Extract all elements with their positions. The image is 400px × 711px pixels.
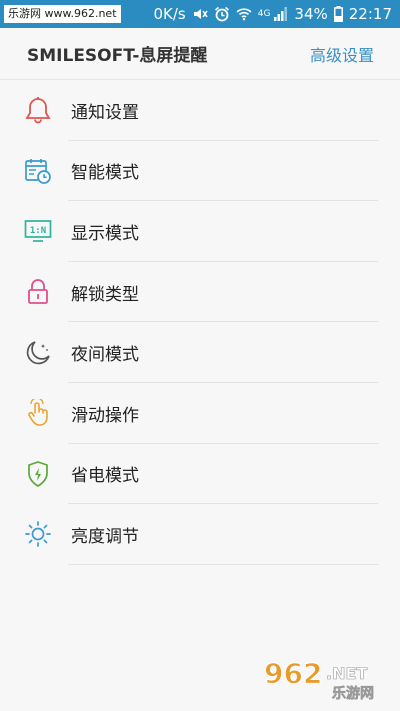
watermark-suffix: .NET xyxy=(326,664,367,683)
calendar-clock-icon xyxy=(24,157,52,185)
display-icon-text: 1:N xyxy=(30,226,46,236)
battery-percent: 34% xyxy=(294,5,328,23)
bell-icon xyxy=(24,96,52,124)
menu-item-label: 解锁类型 xyxy=(71,284,139,305)
signal-icon xyxy=(274,7,288,21)
clock-time: 22:17 xyxy=(348,5,392,23)
menu-item-label: 省电模式 xyxy=(71,466,139,487)
mute-icon xyxy=(192,6,208,22)
menu-item-label: 亮度调节 xyxy=(71,526,139,547)
status-icons: 0K/s 4G 34% 22:17 xyxy=(153,5,392,23)
menu-item-display-mode[interactable]: 1:N 显示模式 xyxy=(0,201,400,262)
moon-icon xyxy=(24,339,52,367)
menu-item-label: 智能模式 xyxy=(71,163,139,184)
alarm-icon xyxy=(214,6,230,22)
watermark-text: 乐游网 www.962.net xyxy=(4,5,121,23)
network-type: 4G xyxy=(257,9,271,19)
menu-item-label: 夜间模式 xyxy=(71,345,139,366)
sun-icon xyxy=(24,520,52,548)
settings-menu: 通知设置 智能模式 1:N 显示模式 解锁类型 夜间模式 滑动操作 省电模式 亮… xyxy=(0,80,400,565)
menu-item-night-mode[interactable]: 夜间模式 xyxy=(0,322,400,383)
swipe-hand-icon xyxy=(24,399,52,427)
watermark-logo: 962 .NET 乐游网 xyxy=(260,653,390,703)
menu-item-label: 滑动操作 xyxy=(71,405,139,426)
divider xyxy=(68,563,378,565)
lock-icon xyxy=(24,278,52,306)
menu-item-notification-settings[interactable]: 通知设置 xyxy=(0,80,400,141)
battery-bolt-icon xyxy=(24,460,52,488)
net-speed: 0K/s xyxy=(153,5,186,23)
menu-item-brightness[interactable]: 亮度调节 xyxy=(0,504,400,565)
menu-item-label: 通知设置 xyxy=(71,102,139,123)
battery-icon xyxy=(333,6,343,22)
wifi-icon xyxy=(236,7,252,21)
watermark-number: 962 xyxy=(264,657,322,690)
menu-item-unlock-type[interactable]: 解锁类型 xyxy=(0,262,400,323)
menu-item-power-saving[interactable]: 省电模式 xyxy=(0,444,400,505)
page-title: SMILESOFT-息屏提醒 xyxy=(27,46,208,66)
advanced-settings-button[interactable]: 高级设置 xyxy=(310,42,374,66)
display-icon: 1:N xyxy=(24,217,52,245)
menu-item-swipe-actions[interactable]: 滑动操作 xyxy=(0,383,400,444)
app-header: SMILESOFT-息屏提醒 高级设置 xyxy=(0,28,400,80)
status-bar: 乐游网 www.962.net 0K/s 4G 34% 22:17 xyxy=(0,0,400,28)
menu-item-label: 显示模式 xyxy=(71,223,139,244)
menu-item-smart-mode[interactable]: 智能模式 xyxy=(0,141,400,202)
watermark-caption: 乐游网 xyxy=(332,685,374,702)
